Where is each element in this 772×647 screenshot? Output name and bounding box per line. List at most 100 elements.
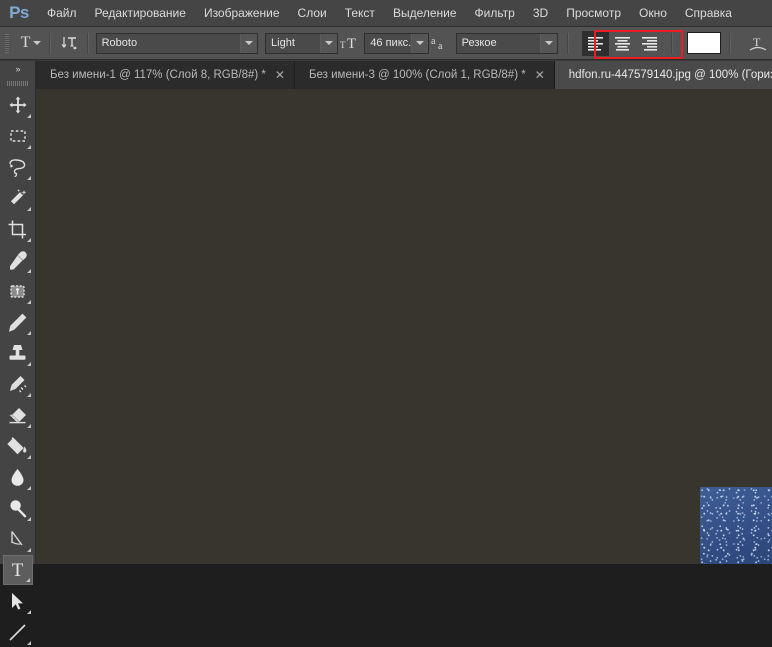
- font-family-value: Roboto: [101, 37, 138, 49]
- tools-panel-grip[interactable]: [0, 77, 35, 90]
- toggle-text-orientation-button[interactable]: [56, 31, 81, 55]
- font-size-dropdown-arrow[interactable]: [411, 33, 429, 53]
- paint-bucket-tool-icon: [7, 437, 27, 454]
- pen-tool[interactable]: [3, 524, 33, 554]
- history-brush-tool-icon: [10, 375, 27, 392]
- blur-tool[interactable]: [3, 462, 33, 492]
- brush-tool[interactable]: [3, 307, 33, 337]
- tool-preset-picker[interactable]: T: [18, 33, 45, 53]
- tool-group-corner: [25, 578, 30, 582]
- align-center-icon: [614, 36, 630, 51]
- menu-item-filter[interactable]: Фильтр: [466, 2, 524, 25]
- font-style-select[interactable]: Light: [265, 32, 338, 54]
- create-warped-text-button[interactable]: T: [745, 31, 772, 56]
- lasso-tool-icon: [9, 158, 26, 177]
- tool-group-corner: [26, 486, 31, 490]
- font-family-dropdown-arrow[interactable]: [240, 33, 258, 53]
- align-right-icon: [641, 36, 657, 51]
- tool-group-corner: [26, 207, 31, 211]
- menu-item-edit[interactable]: Редактирование: [86, 2, 195, 25]
- clone-stamp-tool[interactable]: [3, 338, 33, 368]
- tool-group-corner: [26, 362, 31, 366]
- menu-bar: Ps Файл Редактирование Изображение Слои …: [0, 0, 772, 27]
- align-right-button[interactable]: [636, 31, 663, 56]
- document-tab-untitled-1[interactable]: Без имени-1 @ 117% (Слой 8, RGB/8#) * ✕: [36, 61, 295, 89]
- tool-group-corner: [26, 517, 31, 521]
- rectangular-marquee-tool-icon: [9, 130, 26, 142]
- divider: [86, 32, 89, 54]
- tool-group-corner: [26, 331, 31, 335]
- document-tab-bar: Без имени-1 @ 117% (Слой 8, RGB/8#) * ✕ …: [36, 61, 772, 89]
- blur-tool-icon: [11, 468, 24, 486]
- spot-healing-brush-tool[interactable]: [3, 276, 33, 306]
- tool-group-corner: [26, 548, 31, 552]
- font-style-value: Light: [271, 37, 295, 49]
- move-tool-icon: [9, 96, 26, 114]
- anti-aliasing-select[interactable]: Резкое: [455, 32, 558, 54]
- tool-group-corner: [26, 114, 31, 118]
- menu-item-help[interactable]: Справка: [676, 2, 741, 25]
- canvas-area[interactable]: [36, 89, 772, 564]
- menu-item-window[interactable]: Окно: [630, 2, 676, 25]
- divider: [670, 32, 673, 54]
- tool-group-corner: [26, 610, 31, 614]
- chevron-down-icon: [544, 41, 553, 45]
- tool-group-corner: [26, 393, 31, 397]
- photoshop-logo: Ps: [9, 3, 29, 22]
- eraser-tool[interactable]: [3, 400, 33, 430]
- magic-wand-tool[interactable]: [3, 183, 33, 213]
- paint-bucket-tool[interactable]: [3, 431, 33, 461]
- menu-item-select[interactable]: Выделение: [384, 2, 466, 25]
- document-tab-label: Без имени-3 @ 100% (Слой 1, RGB/8#) *: [308, 69, 526, 81]
- font-family-select[interactable]: Roboto: [95, 32, 259, 54]
- document-tab-hdfon-jpg[interactable]: hdfon.ru-447579140.jpg @ 100% (Горизон: [554, 61, 772, 89]
- menu-item-file[interactable]: Файл: [38, 2, 86, 25]
- type-tool[interactable]: T: [2, 555, 33, 585]
- document-tab-label: Без имени-1 @ 117% (Слой 8, RGB/8#) *: [50, 69, 266, 81]
- line-tool[interactable]: [3, 617, 33, 647]
- document-image-starry-sky[interactable]: [700, 487, 772, 564]
- dodge-tool[interactable]: [3, 493, 33, 523]
- font-size-icon: T T: [338, 31, 361, 55]
- history-brush-tool[interactable]: [3, 369, 33, 399]
- svg-text:T: T: [753, 35, 761, 49]
- menu-item-image[interactable]: Изображение: [195, 2, 289, 25]
- font-size-select[interactable]: 46 пикс.: [364, 32, 430, 54]
- svg-text:a: a: [431, 36, 436, 47]
- svg-text:a: a: [438, 41, 443, 52]
- tool-group-corner: [26, 238, 31, 242]
- options-bar-grip[interactable]: [0, 27, 14, 60]
- document-tab-label: hdfon.ru-447579140.jpg @ 100% (Горизон: [568, 69, 772, 81]
- anti-aliasing-value: Резкое: [461, 37, 497, 49]
- tool-group-corner: [26, 176, 31, 180]
- chevron-down-icon: [245, 41, 254, 45]
- path-selection-tool[interactable]: [3, 586, 33, 616]
- menu-item-layers[interactable]: Слои: [289, 2, 336, 25]
- move-tool[interactable]: [3, 90, 33, 120]
- options-bar: T Roboto Light T T 46 пикс. a a Резкое T: [0, 27, 772, 60]
- align-left-button[interactable]: [581, 30, 609, 56]
- document-tab-untitled-3[interactable]: Без имени-3 @ 100% (Слой 1, RGB/8#) * ✕: [294, 61, 555, 89]
- font-size-value: 46 пикс.: [370, 37, 412, 49]
- eyedropper-tool[interactable]: [3, 245, 33, 275]
- chevron-down-icon: [33, 41, 42, 45]
- close-icon[interactable]: ✕: [275, 69, 285, 81]
- menu-item-3d[interactable]: 3D: [524, 2, 557, 25]
- close-icon[interactable]: ✕: [535, 69, 545, 81]
- menu-item-view[interactable]: Просмотр: [557, 2, 630, 25]
- crop-tool[interactable]: [3, 214, 33, 244]
- font-style-dropdown-arrow[interactable]: [319, 33, 337, 53]
- svg-text:T: T: [340, 40, 346, 50]
- expand-toolbar-button[interactable]: »: [0, 61, 35, 77]
- anti-aliasing-dropdown-arrow[interactable]: [539, 33, 557, 53]
- rectangular-marquee-tool[interactable]: [3, 121, 33, 151]
- anti-aliasing-icon: a a: [429, 31, 452, 55]
- menu-item-type[interactable]: Текст: [336, 2, 384, 25]
- align-center-button[interactable]: [609, 31, 636, 56]
- eraser-tool-icon: [9, 407, 26, 423]
- divider: [566, 32, 569, 54]
- pen-tool-icon: [11, 530, 23, 545]
- lasso-tool[interactable]: [3, 152, 33, 182]
- text-color-swatch[interactable]: [686, 32, 721, 54]
- divider: [728, 32, 731, 54]
